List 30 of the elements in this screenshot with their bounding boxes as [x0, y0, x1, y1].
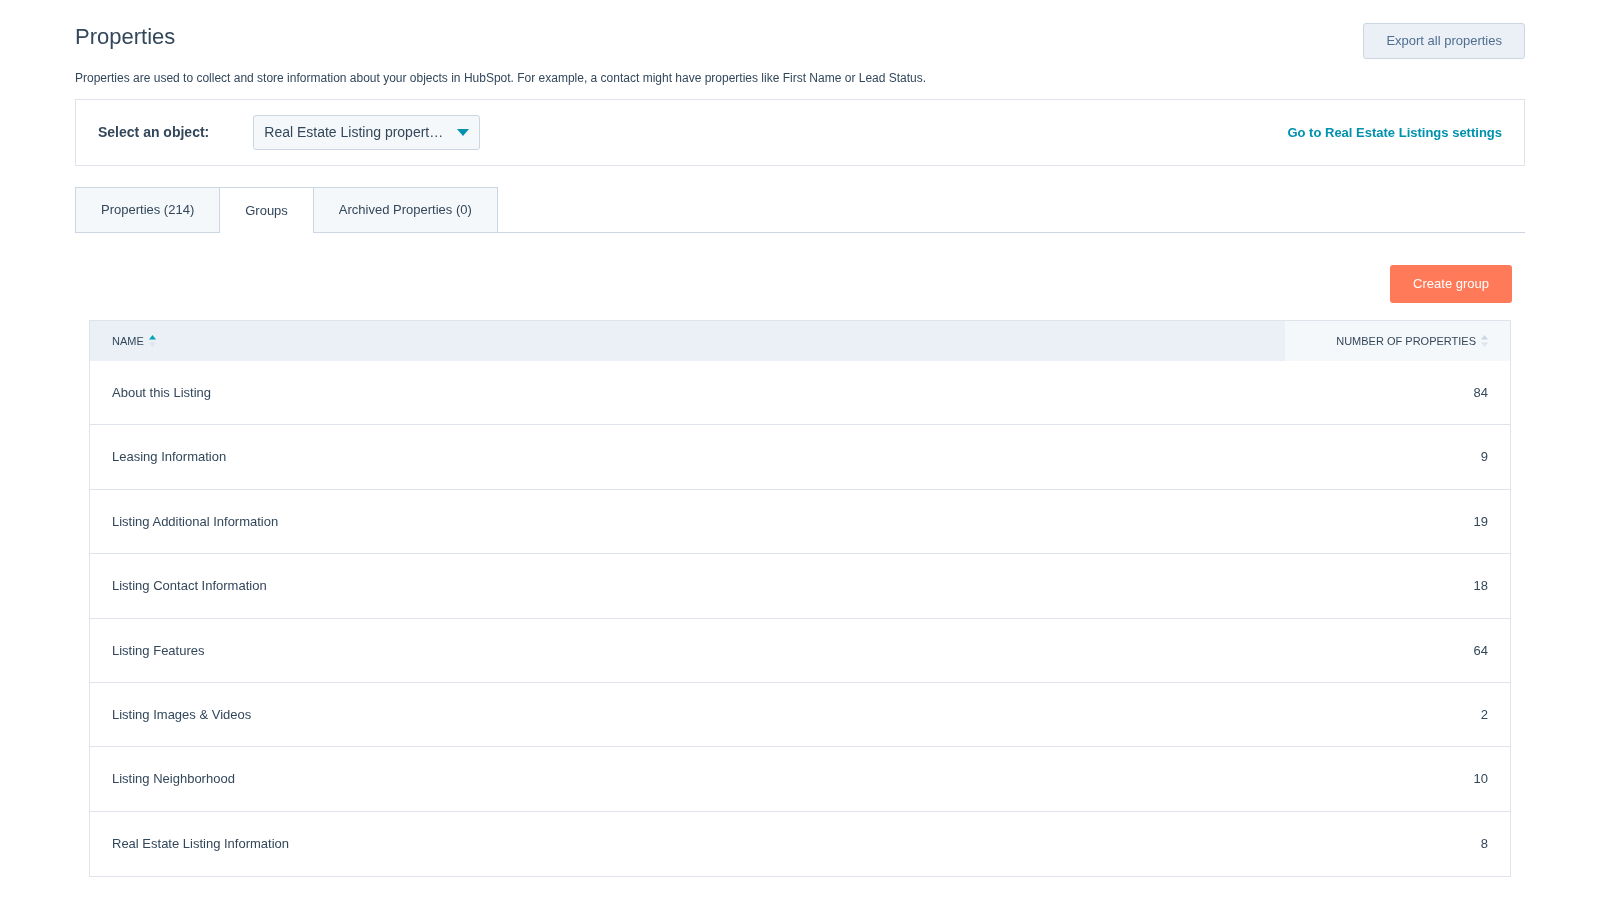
property-count: 10 [1473, 770, 1488, 789]
property-count: 64 [1473, 641, 1488, 660]
tab[interactable]: Groups [220, 187, 313, 234]
group-name[interactable]: Listing Additional Information [112, 511, 279, 532]
caret-icon [457, 129, 470, 136]
page-description: Properties are used to collect and store information about your objects in HubSpot. For example, a contact might have properties like First Name or Lead Status. [75, 70, 927, 87]
tab[interactable]: Properties (214) [75, 187, 221, 233]
group-name[interactable]: Real Estate Listing Information [112, 834, 290, 854]
property-count: 84 [1473, 383, 1488, 402]
property-count: 18 [1473, 577, 1488, 596]
property-count: 2 [1480, 705, 1488, 724]
object-dropdown[interactable]: Real Estate Listing propert… [253, 115, 481, 150]
column-header[interactable]: NUMBER OF PROPERTIES [1285, 321, 1510, 361]
tab[interactable]: Archived Properties (0) [312, 187, 498, 233]
property-count: 9 [1480, 448, 1488, 467]
group-name[interactable]: About this Listing [112, 382, 211, 403]
group-name[interactable]: Listing Features [112, 640, 205, 660]
export-button[interactable]: Export all properties [1363, 23, 1525, 59]
page-title: Properties [75, 23, 177, 51]
property-count: 8 [1480, 835, 1488, 854]
property-count: 19 [1473, 512, 1488, 531]
sort-icon [148, 335, 156, 347]
select-label: Select an object: [98, 123, 210, 142]
group-name[interactable]: Leasing Information [112, 447, 227, 467]
group-name[interactable]: Listing Neighborhood [112, 769, 235, 789]
group-name[interactable]: Listing Images & Videos [112, 704, 252, 725]
settings-link[interactable]: Go to Real Estate Listings settings [1287, 122, 1502, 143]
sort-icon [1481, 335, 1488, 347]
column-header[interactable]: NAME [90, 321, 1285, 361]
group-name[interactable]: Listing Contact Information [112, 576, 267, 596]
